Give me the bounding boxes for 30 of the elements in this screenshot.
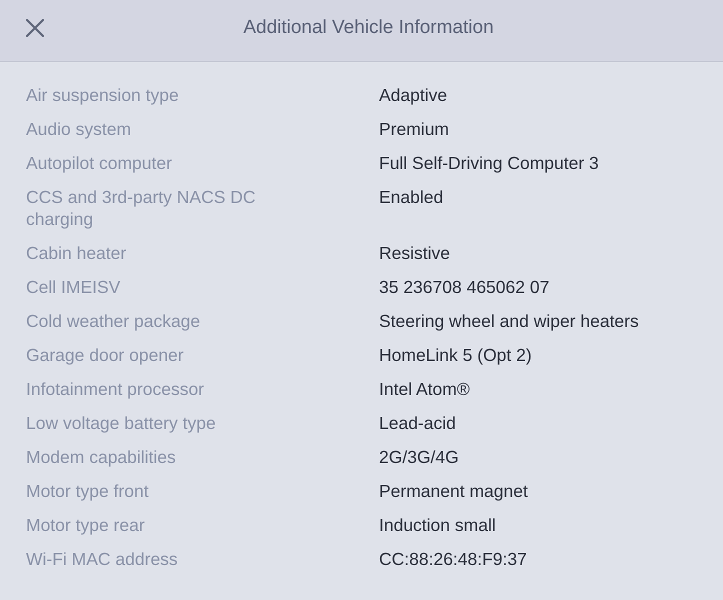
dialog-title: Additional Vehicle Information (243, 16, 494, 40)
property-label: Motor type front (26, 480, 149, 502)
property-value: Resistive (379, 242, 450, 264)
property-label: Modem capabilities (26, 446, 176, 468)
property-value: 2G/3G/4G (379, 446, 459, 468)
property-label: Low voltage battery type (26, 412, 216, 434)
property-label: Audio system (26, 118, 132, 140)
property-label: Air suspension type (26, 84, 179, 106)
property-value: Lead-acid (379, 412, 456, 434)
property-value: CC:88:26:48:F9:37 (379, 548, 527, 570)
property-label: Cold weather package (26, 310, 200, 332)
property-value: Full Self-Driving Computer 3 (379, 152, 599, 174)
property-label: Infotainment processor (26, 378, 204, 400)
property-value: Adaptive (379, 84, 448, 106)
property-value: Steering wheel and wiper heaters (379, 310, 639, 332)
property-value: 35 236708 465062 07 (379, 276, 550, 298)
close-icon (25, 18, 45, 38)
property-label: Wi-Fi MAC address (26, 548, 178, 570)
property-value: Permanent magnet (379, 480, 528, 502)
property-label: Cabin heater (26, 242, 126, 264)
property-value: Enabled (379, 186, 444, 208)
property-label: Autopilot computer (26, 152, 172, 174)
property-label: Motor type rear (26, 514, 145, 536)
property-value: Premium (379, 118, 450, 140)
property-value: Induction small (379, 514, 496, 536)
property-label: Garage door opener (26, 344, 184, 366)
property-label: Cell IMEISV (26, 276, 120, 298)
property-value: HomeLink 5 (Opt 2) (379, 344, 532, 366)
property-value: Intel Atom® (379, 378, 470, 400)
property-label: CCS and 3rd-party NACS DC charging (26, 186, 257, 230)
